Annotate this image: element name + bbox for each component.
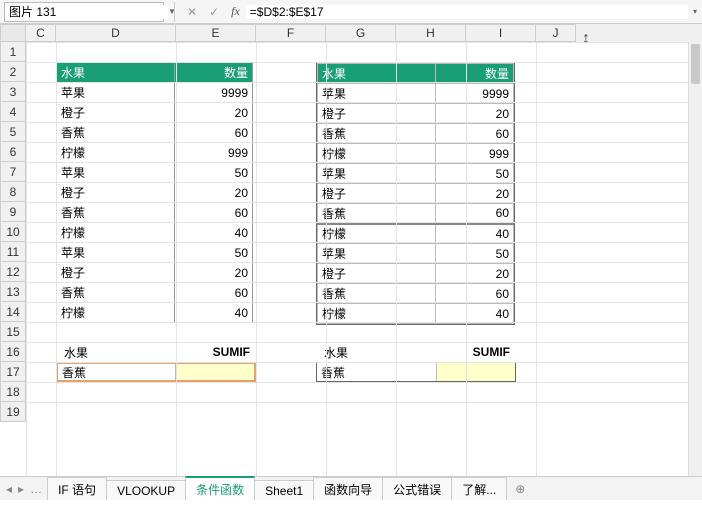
- row-header-7[interactable]: 7: [0, 162, 26, 182]
- row-header-8[interactable]: 8: [0, 182, 26, 202]
- sheet-tab[interactable]: 公式错误: [382, 477, 452, 501]
- col-header-D[interactable]: D: [56, 24, 176, 42]
- add-sheet-icon[interactable]: ⊕: [507, 482, 533, 496]
- sheet-tab[interactable]: 函数向导: [313, 477, 383, 501]
- confirm-icon[interactable]: ✓: [203, 5, 225, 19]
- tab-nav-ellipsis[interactable]: …: [30, 482, 42, 496]
- col-header-E[interactable]: E: [176, 24, 256, 42]
- spreadsheet-grid: CDEFGHIJ 12345678910111213141516171819 水…: [0, 24, 702, 500]
- row-header-12[interactable]: 12: [0, 262, 26, 282]
- sheet-tab[interactable]: VLOOKUP: [106, 480, 186, 501]
- tab-nav-next-icon[interactable]: ▸: [18, 482, 24, 496]
- tab-nav: ◂ ▸ …: [0, 482, 48, 496]
- label-fruit-2: 水果: [320, 342, 436, 362]
- input-group-1: 香蕉: [56, 362, 256, 382]
- col-header-F[interactable]: F: [256, 24, 326, 42]
- row-header-6[interactable]: 6: [0, 142, 26, 162]
- cell-area[interactable]: 水果数量苹果9999橙子20香蕉60柠檬999苹果50橙子20香蕉60柠檬40苹…: [26, 42, 702, 500]
- row-header-17[interactable]: 17: [0, 362, 26, 382]
- column-headers: CDEFGHIJ: [0, 24, 702, 42]
- fruit-input-1[interactable]: 香蕉: [58, 364, 176, 380]
- label-sumif-1: SUMIF: [176, 342, 254, 362]
- row-header-19[interactable]: 19: [0, 402, 26, 422]
- sheet-tab[interactable]: 条件函数: [185, 476, 255, 501]
- row-header-10[interactable]: 10: [0, 222, 26, 242]
- input-group-2: 香蕉: [316, 362, 516, 382]
- name-box-input[interactable]: [5, 5, 168, 19]
- row-header-11[interactable]: 11: [0, 242, 26, 262]
- label-sumif-2: SUMIF: [436, 342, 514, 362]
- row-header-14[interactable]: 14: [0, 302, 26, 322]
- formula-bar: ▼ ✕ ✓ fx ▾: [0, 0, 702, 24]
- row-header-1[interactable]: 1: [0, 42, 26, 62]
- row-header-18[interactable]: 18: [0, 382, 26, 402]
- sheet-tab[interactable]: 了解...: [451, 477, 507, 501]
- row-headers: 12345678910111213141516171819: [0, 42, 26, 500]
- vertical-scrollbar[interactable]: [688, 42, 702, 476]
- row-header-13[interactable]: 13: [0, 282, 26, 302]
- scrollbar-thumb[interactable]: [691, 44, 700, 84]
- fruit-input-2[interactable]: 香蕉: [317, 363, 437, 381]
- cancel-icon[interactable]: ✕: [181, 5, 203, 19]
- row-header-4[interactable]: 4: [0, 102, 26, 122]
- sumif-result-2[interactable]: [437, 363, 515, 381]
- select-all-corner[interactable]: [0, 24, 26, 42]
- row-header-5[interactable]: 5: [0, 122, 26, 142]
- col-header-C[interactable]: C: [26, 24, 56, 42]
- sheet-tab[interactable]: IF 语句: [47, 477, 107, 501]
- col-header-J[interactable]: J: [536, 24, 576, 42]
- sheet-tabs: IF 语句VLOOKUP条件函数Sheet1函数向导公式错误了解...: [48, 477, 507, 501]
- formula-input[interactable]: [246, 5, 688, 19]
- sheet-tab-bar: ◂ ▸ … IF 语句VLOOKUP条件函数Sheet1函数向导公式错误了解..…: [0, 476, 702, 500]
- label-fruit-1: 水果: [60, 342, 176, 362]
- row-header-15[interactable]: 15: [0, 322, 26, 342]
- row-header-2[interactable]: 2: [0, 62, 26, 82]
- sheet-tab[interactable]: Sheet1: [254, 480, 314, 501]
- row-header-16[interactable]: 16: [0, 342, 26, 362]
- formula-expand-icon[interactable]: ▾: [688, 7, 702, 16]
- separator: [174, 2, 175, 22]
- col-header-G[interactable]: G: [326, 24, 396, 42]
- col-header-H[interactable]: H: [396, 24, 466, 42]
- name-box[interactable]: ▼: [4, 2, 164, 22]
- row-header-3[interactable]: 3: [0, 82, 26, 102]
- col-header-I[interactable]: I: [466, 24, 536, 42]
- fx-icon[interactable]: fx: [225, 4, 246, 19]
- sumif-result-1[interactable]: [176, 364, 254, 380]
- row-header-9[interactable]: 9: [0, 202, 26, 222]
- tab-nav-prev-icon[interactable]: ◂: [6, 482, 12, 496]
